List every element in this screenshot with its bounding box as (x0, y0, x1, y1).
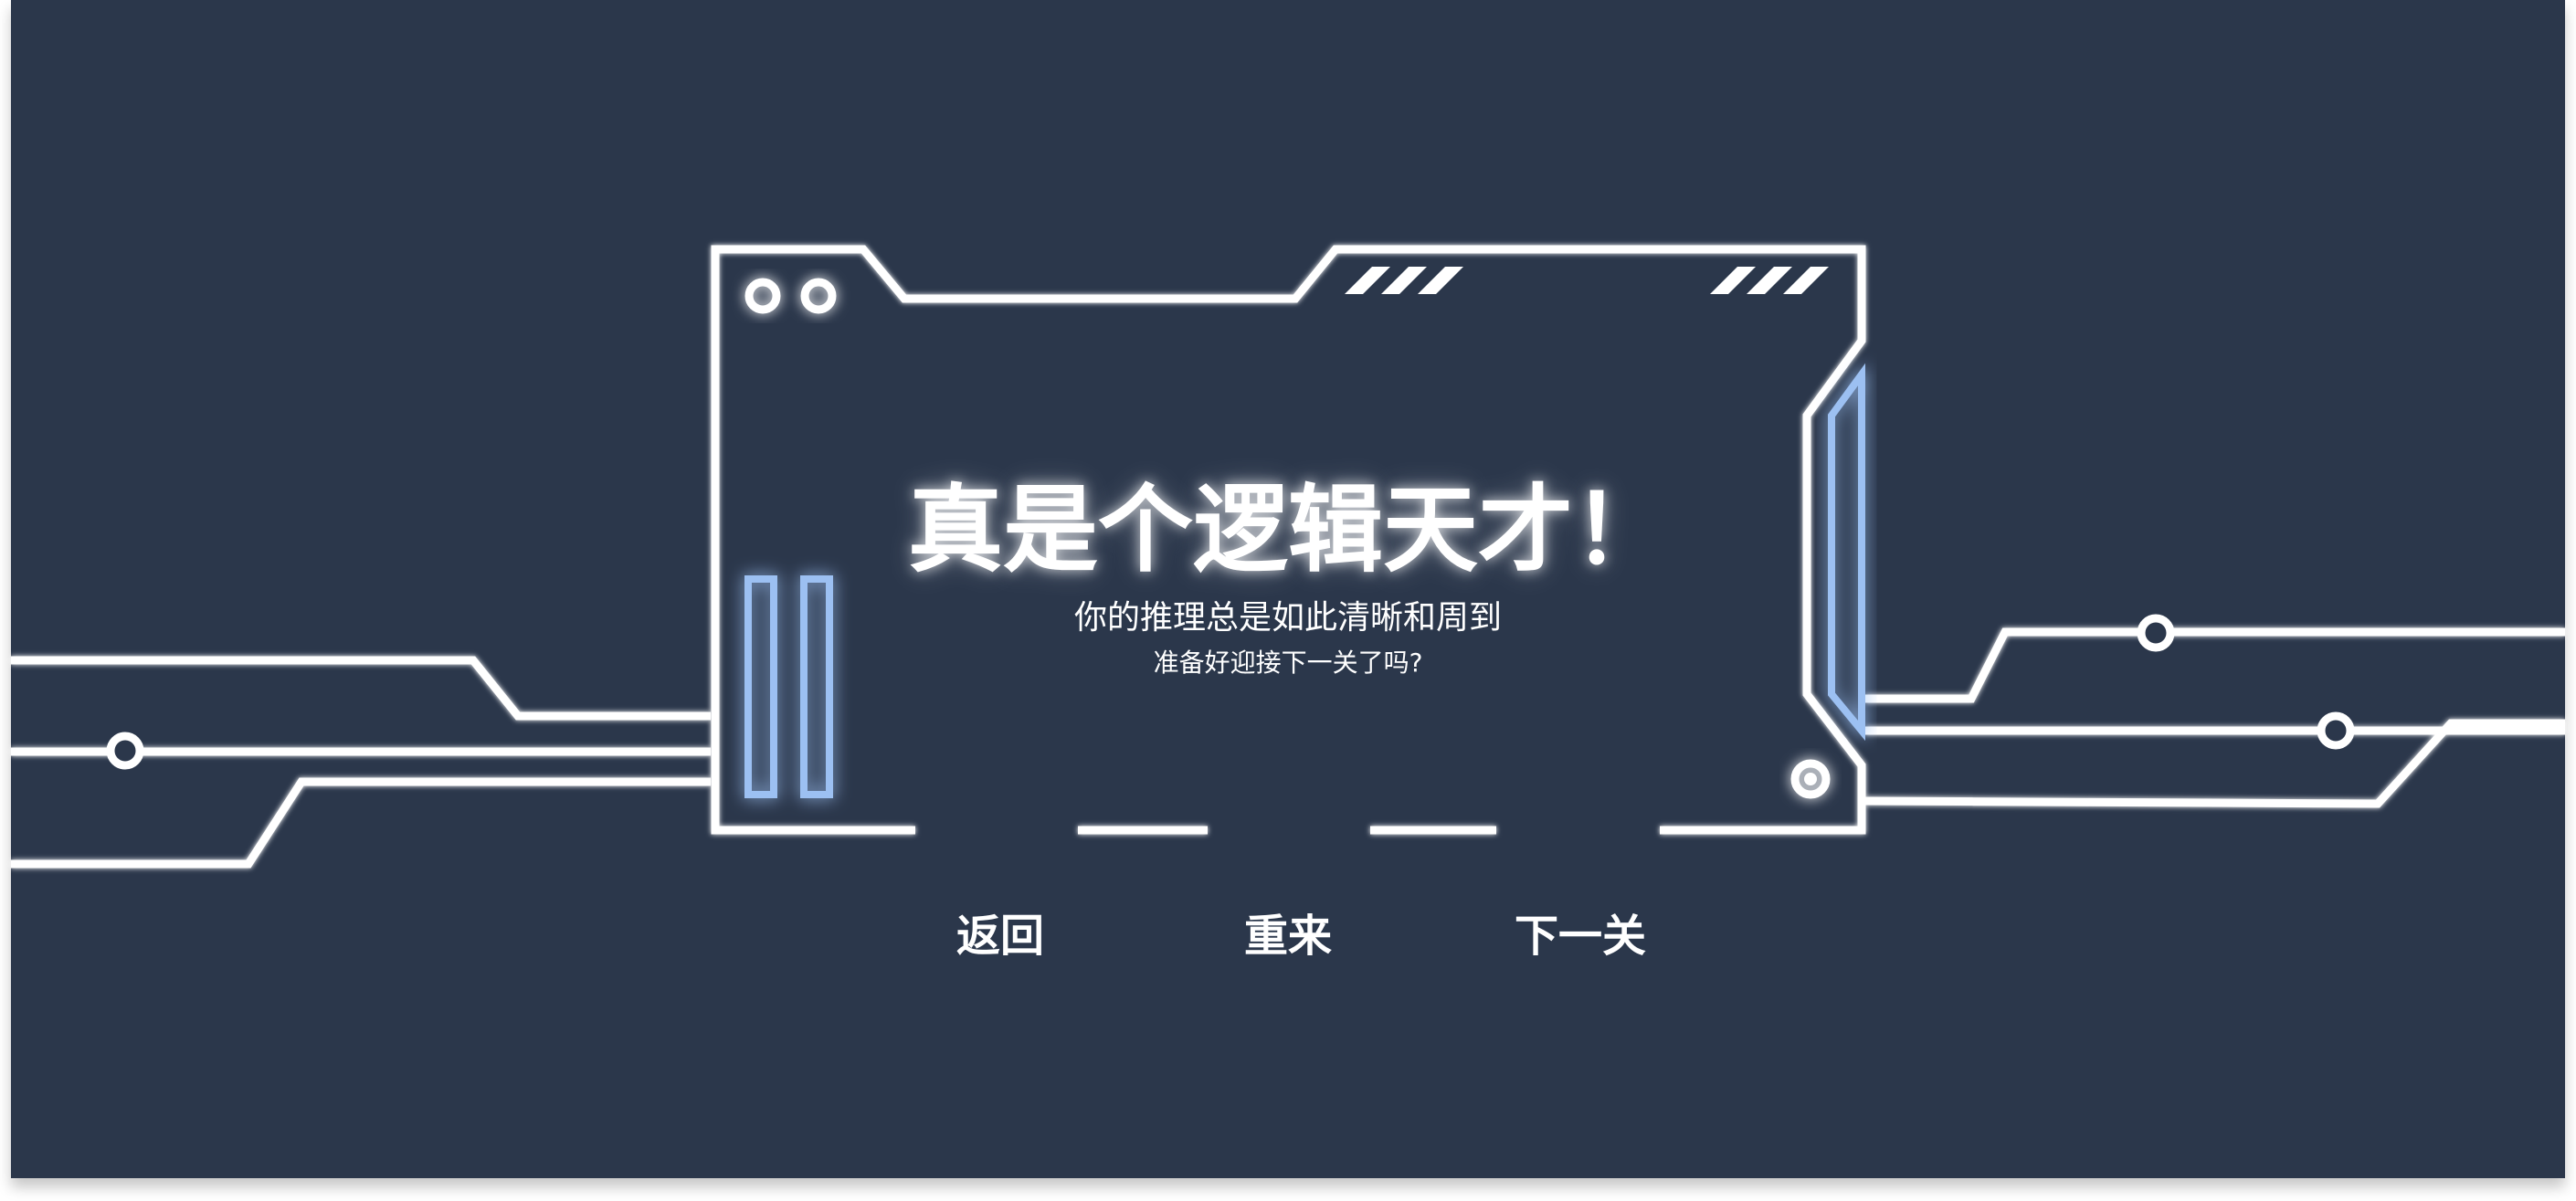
game-screen: 真是个逻辑天才！ 你的推理总是如此清晰和周到 准备好迎接下一关了吗? 返回 重来… (0, 0, 2576, 1201)
glow-bar-1 (744, 575, 777, 798)
hatch-stripes-right (1710, 267, 1829, 294)
back-button[interactable]: 返回 (932, 904, 1069, 968)
dialog-message-line1: 你的推理总是如此清晰和周到 (1073, 599, 1502, 637)
dialog-message-line2: 准备好迎接下一关了吗? (1153, 648, 1423, 678)
eye-right-icon (800, 278, 837, 314)
right-node-top-icon (2137, 614, 2175, 652)
hatch-stripes-left (1345, 267, 1463, 294)
right-node-bottom-icon (2317, 711, 2355, 750)
dialog-title: 真是个逻辑天才！ (907, 474, 1668, 585)
eye-left-icon (744, 278, 781, 314)
left-glow-bars (744, 575, 833, 798)
frame-eyes (744, 278, 837, 314)
left-node-icon (106, 732, 144, 770)
right-glow-bracket (1828, 363, 1865, 742)
restart-button[interactable]: 重来 (1219, 904, 1357, 968)
next-level-button[interactable]: 下一关 (1498, 904, 1663, 968)
frame-bolt-icon (1790, 759, 1831, 799)
right-circuit-lines (1864, 627, 2565, 808)
